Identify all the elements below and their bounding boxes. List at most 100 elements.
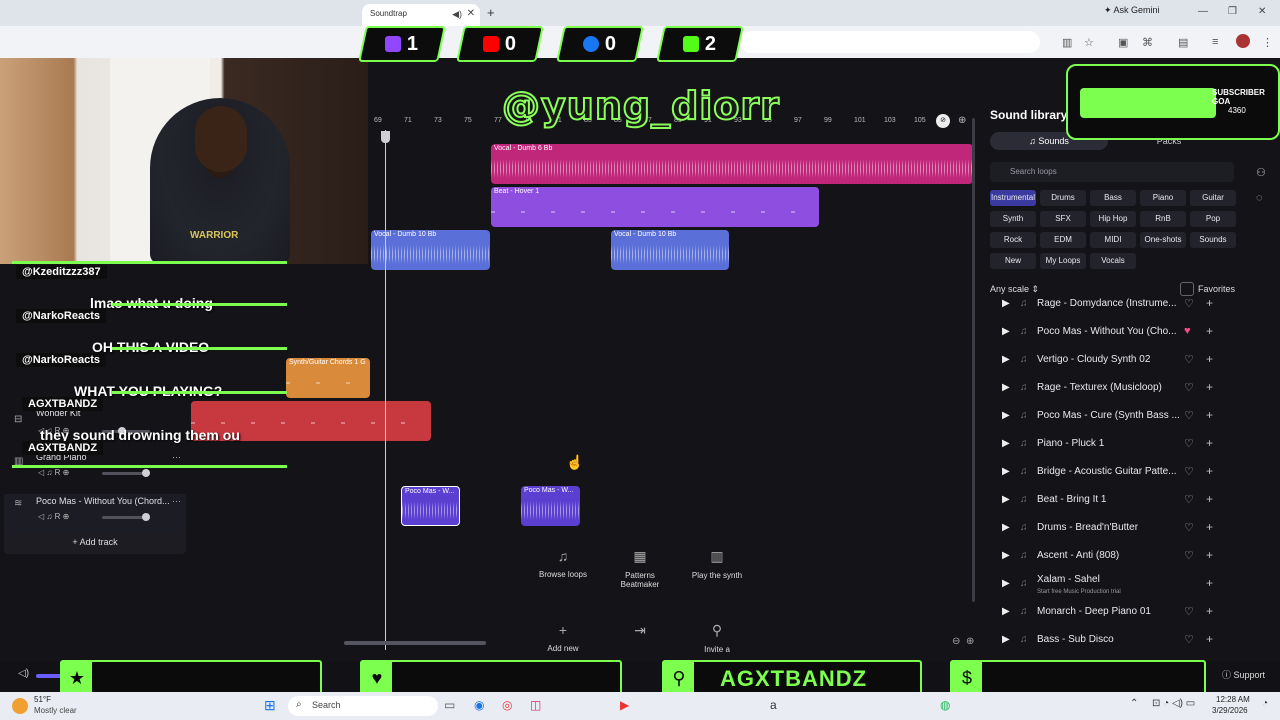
clip-vocal-dumb-10b[interactable]: Vocal - Dumb 10 Bb bbox=[611, 230, 729, 270]
collaborators-icon[interactable]: ⚇ bbox=[1256, 166, 1266, 179]
filter-chip-pop[interactable]: Pop bbox=[1190, 211, 1236, 227]
list-item[interactable]: ▶ ♫ Ascent - Anti (808) ♡ + bbox=[990, 542, 1242, 570]
add-icon[interactable]: + bbox=[1206, 408, 1213, 422]
heart-icon[interactable]: ♡ bbox=[1184, 521, 1194, 534]
task-view-icon[interactable]: ▭ bbox=[444, 698, 455, 712]
weather-temp[interactable]: 51°F bbox=[34, 695, 51, 704]
play-icon[interactable]: ▶ bbox=[1002, 410, 1010, 421]
heart-icon[interactable]: ♡ bbox=[1184, 465, 1194, 478]
list-item[interactable]: ▶ ♫ Rage - Texturex (Musicloop) ♡ + bbox=[990, 374, 1242, 402]
volume-knob[interactable] bbox=[142, 513, 150, 521]
track-header-poco-mas[interactable]: ≋ Poco Mas - Without You (Chord... ◁ ♫ R… bbox=[4, 494, 186, 534]
filter-chip-my-loops[interactable]: My Loops bbox=[1040, 253, 1086, 269]
instagram-icon[interactable]: ◫ bbox=[530, 698, 541, 712]
add-icon[interactable]: + bbox=[1206, 604, 1213, 618]
clip-vocal-dumb-10a[interactable]: Vocal - Dumb 10 Bb bbox=[371, 230, 490, 270]
filter-chip-instrumental[interactable]: Instrumental bbox=[990, 190, 1036, 206]
filter-chip-rock[interactable]: Rock bbox=[990, 232, 1036, 248]
add-icon[interactable]: + bbox=[1206, 520, 1213, 534]
minimize-icon[interactable]: — bbox=[1198, 6, 1208, 17]
filter-chip-edm[interactable]: EDM bbox=[1040, 232, 1086, 248]
import-button[interactable]: ⇥ bbox=[608, 622, 672, 656]
taskbar-search-input[interactable]: ⌕ Search bbox=[288, 696, 438, 716]
notification-icon[interactable]: ◔ bbox=[1262, 698, 1268, 709]
youtube-app-icon[interactable]: ▶ bbox=[620, 698, 629, 712]
playhead-handle[interactable] bbox=[381, 131, 390, 143]
add-icon[interactable]: + bbox=[1206, 324, 1213, 338]
clip-poco-mas-a[interactable]: Poco Mas - W... bbox=[401, 486, 460, 526]
url-field[interactable] bbox=[740, 31, 1040, 53]
track-controls[interactable]: ◁ ♫ R ⊕ bbox=[38, 512, 69, 521]
favorites-checkbox[interactable] bbox=[1180, 282, 1194, 296]
tab-audio-icon[interactable]: ◀) bbox=[452, 9, 462, 20]
add-new-button[interactable]: + Add new bbox=[531, 622, 595, 656]
profile-avatar[interactable] bbox=[1236, 34, 1250, 48]
filter-chip-piano[interactable]: Piano bbox=[1140, 190, 1186, 206]
heart-icon[interactable]: ♡ bbox=[1184, 409, 1194, 422]
browser-tab-soundtrap[interactable]: Soundtrap ◀) ✕ bbox=[362, 4, 480, 26]
trial-note[interactable]: Start free Music Production trial bbox=[1037, 589, 1121, 595]
invite-button[interactable]: ⚲ Invite a bbox=[685, 622, 749, 656]
playhead[interactable] bbox=[385, 130, 386, 650]
list-item[interactable]: ▶ ♫ Bass - Sub Disco ♡ + bbox=[990, 626, 1242, 654]
clip-poco-mas-b[interactable]: Poco Mas - W... bbox=[521, 486, 580, 526]
filter-chip-hiphop[interactable]: Hip Hop bbox=[1090, 211, 1136, 227]
zoom-in-icon[interactable]: ⊕ bbox=[966, 636, 974, 647]
close-window-icon[interactable]: ✕ bbox=[1258, 6, 1266, 17]
heart-icon[interactable]: ♡ bbox=[1184, 605, 1194, 618]
filter-chip-sounds[interactable]: Sounds bbox=[1190, 232, 1236, 248]
heart-icon[interactable]: ♡ bbox=[1184, 298, 1194, 310]
heart-icon[interactable]: ♡ bbox=[1184, 633, 1194, 646]
spotify-icon[interactable]: ◍ bbox=[940, 698, 950, 712]
play-synth-button[interactable]: ▥ Play the synth bbox=[685, 548, 749, 608]
clock-time[interactable]: 12:28 AM bbox=[1216, 695, 1250, 704]
filter-chip-drums[interactable]: Drums bbox=[1040, 190, 1086, 206]
heart-icon[interactable]: ♡ bbox=[1184, 381, 1194, 394]
extension-icon[interactable]: ▣ bbox=[1118, 36, 1128, 49]
maximize-icon[interactable]: ❐ bbox=[1228, 6, 1237, 17]
heart-icon[interactable]: ♡ bbox=[1184, 549, 1194, 562]
timeline-scrollbar[interactable] bbox=[344, 641, 486, 645]
puzzle-icon[interactable]: ⌘ bbox=[1142, 36, 1153, 49]
clip-beat-hover[interactable]: Beat - Hover 1 bbox=[491, 187, 819, 227]
filter-chip-vocals[interactable]: Vocals bbox=[1090, 253, 1136, 269]
heart-filled-icon[interactable]: ♥ bbox=[1184, 325, 1191, 337]
speaker-icon[interactable]: ◁) bbox=[18, 668, 29, 679]
track-menu-icon[interactable]: ⋯ bbox=[172, 496, 181, 507]
list-item[interactable]: ▶ ♫ Beat - Bring It 1 ♡ + bbox=[990, 486, 1242, 514]
play-icon[interactable]: ▶ bbox=[1002, 634, 1010, 645]
tab-close-icon[interactable]: ✕ bbox=[467, 8, 475, 19]
play-icon[interactable]: ▶ bbox=[1002, 354, 1010, 365]
list-item[interactable]: ▶ ♫ Drums - Bread'n'Butter ♡ + bbox=[990, 514, 1242, 542]
play-icon[interactable]: ▶ bbox=[1002, 438, 1010, 449]
filter-chip-guitar[interactable]: Guitar bbox=[1190, 190, 1236, 206]
tray-status-icons[interactable]: ⊡ ◔ ◁) ▭ bbox=[1152, 698, 1195, 709]
filter-chip-sfx[interactable]: SFX bbox=[1040, 211, 1086, 227]
search-loops-input[interactable]: Search loops bbox=[990, 162, 1234, 182]
play-icon[interactable]: ▶ bbox=[1002, 298, 1010, 309]
filter-chip-bass[interactable]: Bass bbox=[1090, 190, 1136, 206]
clip-guitar-chords[interactable]: Synth/Guitar Chords 1 G bbox=[286, 358, 370, 398]
add-icon[interactable]: + bbox=[1206, 492, 1213, 506]
patterns-beatmaker-button[interactable]: ▦ Patterns Beatmaker bbox=[608, 548, 672, 608]
list-item[interactable]: ▶ ♫ Monarch - Deep Piano 01 ♡ + bbox=[990, 598, 1242, 626]
list-item[interactable]: ▶ ♫ Poco Mas - Without You (Cho... ♥ + bbox=[990, 318, 1242, 346]
add-icon[interactable]: + bbox=[1206, 464, 1213, 478]
add-icon[interactable]: + bbox=[1206, 352, 1213, 366]
edge-icon[interactable]: ◉ bbox=[474, 698, 484, 712]
add-icon[interactable]: + bbox=[1206, 380, 1213, 394]
timeline-settings-icon[interactable]: ⊕ bbox=[958, 115, 966, 126]
heart-icon[interactable]: ♡ bbox=[1184, 353, 1194, 366]
heart-icon[interactable]: ♡ bbox=[1184, 493, 1194, 506]
list-item[interactable]: ▶ ♫ Rage - Domydance (Instrume... ♡ + bbox=[990, 298, 1242, 314]
new-tab-icon[interactable]: + bbox=[487, 5, 495, 20]
vertical-scrollbar[interactable] bbox=[972, 118, 975, 602]
list-item[interactable]: ▶ ♫ Piano - Pluck 1 ♡ + bbox=[990, 430, 1242, 458]
clip-vocal-dumb-6[interactable]: Vocal - Dumb 6 Bb bbox=[491, 144, 973, 184]
list-item[interactable]: ▶ ♫ Poco Mas - Cure (Synth Bass ... ♡ + bbox=[990, 402, 1242, 430]
play-icon[interactable]: ▶ bbox=[1002, 550, 1010, 561]
windows-start-icon[interactable]: ⊞ bbox=[264, 697, 276, 714]
play-icon[interactable]: ▶ bbox=[1002, 326, 1010, 337]
play-icon[interactable]: ▶ bbox=[1002, 522, 1010, 533]
filter-chip-new[interactable]: New bbox=[990, 253, 1036, 269]
